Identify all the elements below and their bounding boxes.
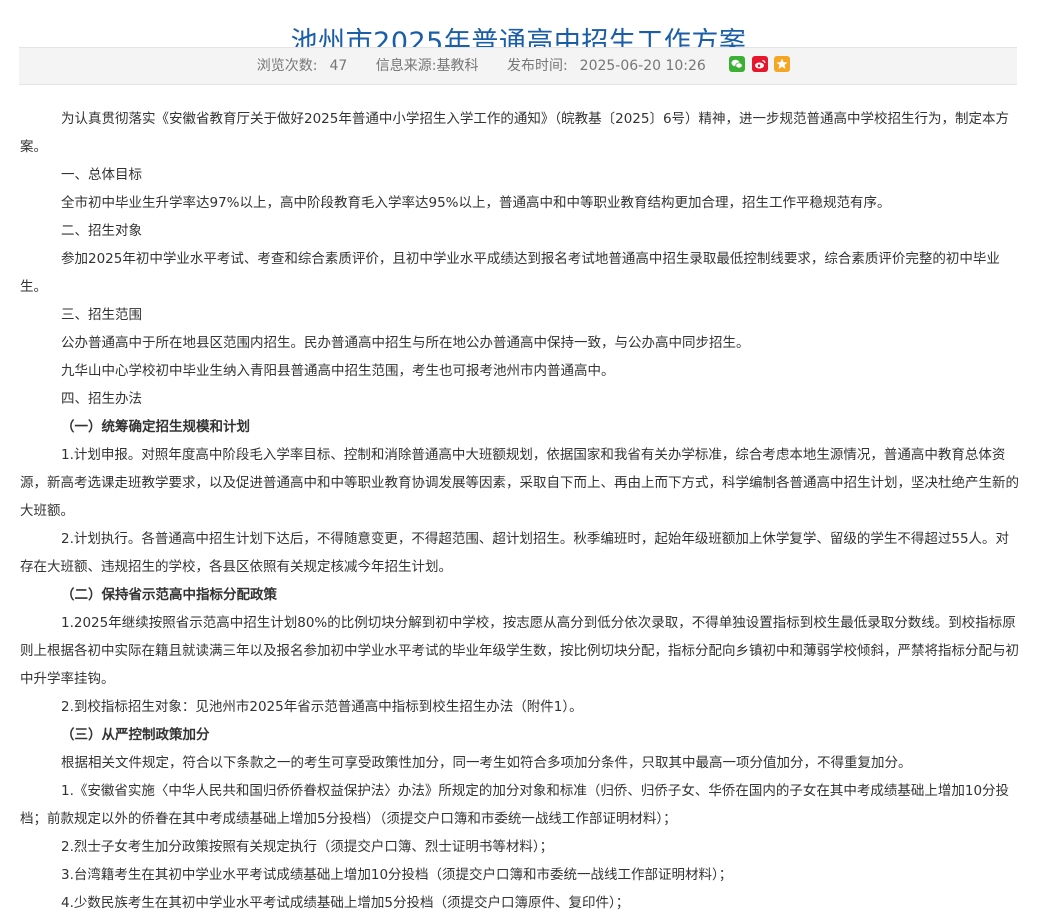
paragraph: 公办普通高中于所在地县区范围内招生。民办普通高中招生与所在地公办普通高中保持一致… [61, 335, 750, 351]
views-value: 47 [329, 58, 348, 74]
favorite-icon[interactable] [774, 56, 791, 72]
article-meta-bar: 浏览次数: 47 信息来源:基教科 发布时间: 2025-06-20 10:26 [19, 47, 1017, 85]
paragraph: 全市初中毕业生升学率达97%以上，高中阶段教育毛入学率达95%以上，普通高中和中… [61, 195, 891, 211]
weibo-icon[interactable] [751, 56, 768, 72]
paragraph: 1.《安徽省实施〈中华人民共和国归侨侨眷权益保护法〉办法》所规定的加分对象和标准… [20, 783, 1010, 827]
paragraph: 4.少数民族考生在其初中学业水平考试成绩基础上增加5分投档（须提交户口簿原件、复… [61, 895, 630, 911]
paragraph: 参加2025年初中学业水平考试、考查和综合素质评价，且初中学业水平成绩达到报名考… [20, 251, 1000, 295]
section-heading: 四、招生办法 [61, 391, 142, 407]
section-heading: 一、总体目标 [61, 167, 142, 183]
publish-time: 发布时间: 2025-06-20 10:26 [507, 48, 706, 84]
article-body: 为认真贯彻落实《安徽省教育厅关于做好2025年普通中小学招生入学工作的通知》（皖… [20, 105, 1020, 917]
paragraph: 为认真贯彻落实《安徽省教育厅关于做好2025年普通中小学招生入学工作的通知》（皖… [20, 111, 1010, 155]
source-label: 信息来源: [375, 58, 437, 74]
paragraph: 1.计划申报。对照年度高中阶段毛入学率目标、控制和消除普通高中大班额规划，依据国… [20, 447, 1019, 519]
paragraph: 3.台湾籍考生在其初中学业水平考试成绩基础上增加10分投档（须提交户口簿和市委统… [61, 867, 733, 883]
paragraph: 1.2025年继续按照省示范高中招生计划80%的比例切块分解到初中学校，按志愿从… [20, 615, 1019, 687]
date-label: 发布时间: [506, 58, 568, 74]
views-count: 浏览次数: 47 [257, 48, 348, 84]
share-buttons [728, 48, 791, 84]
wechat-icon[interactable] [729, 56, 746, 72]
paragraph: 2.到校指标招生对象：见池州市2025年省示范普通高中指标到校生招生办法（附件1… [61, 699, 583, 715]
source-value: 基教科 [436, 58, 479, 74]
subsection-heading: （三）从严控制政策加分 [61, 727, 210, 743]
paragraph: 2.计划执行。各普通高中招生计划下达后，不得随意变更，不得超范围、超计划招生。秋… [20, 531, 1010, 575]
info-source: 信息来源:基教科 [376, 48, 479, 84]
subsection-heading: （二）保持省示范高中指标分配政策 [61, 587, 277, 603]
paragraph: 九华山中心学校初中毕业生纳入青阳县普通高中招生范围，考生也可报考池州市内普通高中… [61, 363, 615, 379]
section-heading: 三、招生范围 [61, 307, 142, 323]
paragraph: 2.烈士子女考生加分政策按照有关规定执行（须提交户口簿、烈士证明书等材料）； [61, 839, 554, 855]
subsection-heading: （一）统筹确定招生规模和计划 [61, 419, 250, 435]
views-label: 浏览次数: [256, 58, 318, 74]
section-heading: 二、招生对象 [61, 223, 142, 239]
article-page: 池州市2025年普通高中招生工作方案 浏览次数: 47 信息来源:基教科 发布时间… [0, 0, 1037, 919]
date-value: 2025-06-20 10:26 [579, 58, 706, 74]
paragraph: 根据相关文件规定，符合以下条款之一的考生可享受政策性加分，同一考生如符合多项加分… [61, 755, 912, 771]
